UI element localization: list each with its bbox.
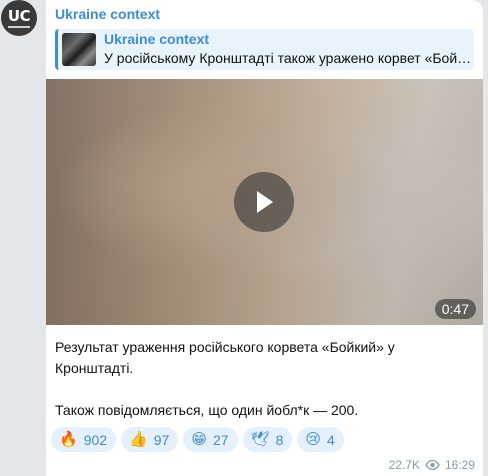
video-player[interactable]: 0:47 [46, 79, 483, 325]
channel-name-link[interactable]: Ukraine context [55, 6, 160, 22]
reaction-thumbs-up[interactable]: 👍 97 [121, 427, 179, 452]
play-icon [257, 191, 273, 213]
video-duration: 0:47 [434, 299, 476, 319]
reaction-grin[interactable]: 😁 27 [183, 427, 238, 452]
play-button[interactable] [234, 172, 294, 232]
message-line: Результат ураження російського корвета «… [55, 339, 395, 355]
forwarded-title: Ukraine context [104, 31, 210, 47]
grin-icon: 😁 [191, 430, 207, 448]
message-meta: 22.7K 16:29 [389, 458, 475, 472]
avatar-underline [8, 25, 30, 28]
message-bubble: Ukraine context Ukraine context У російс… [46, 0, 483, 476]
reaction-crying[interactable]: 😢 4 [297, 427, 344, 452]
reaction-count: 8 [275, 431, 284, 448]
channel-avatar[interactable]: UC [1, 0, 37, 36]
message-text: Результат ураження російського корвета «… [55, 337, 475, 421]
reactions-bar: 🔥 902 👍 97 😁 27 🕊 8 😢 4 [51, 427, 344, 452]
message-line: Кронштадті. [55, 360, 134, 376]
reaction-count: 27 [212, 431, 229, 448]
forwarded-text: У російському Кронштадті також уражено к… [104, 50, 474, 66]
crying-face-icon: 😢 [305, 430, 322, 448]
message-time: 16:29 [444, 458, 475, 472]
forwarded-message-preview[interactable]: Ukraine context У російському Кронштадті… [55, 29, 474, 70]
reaction-count: 4 [327, 431, 335, 448]
fire-icon: 🔥 [59, 430, 78, 448]
dove-icon: 🕊 [250, 430, 270, 448]
avatar-initials: UC [7, 6, 31, 25]
reaction-dove[interactable]: 🕊 8 [242, 427, 293, 452]
message-line: Також повідомляється, що один йобл*к — 2… [55, 402, 359, 418]
thumbs-up-icon: 👍 [129, 430, 148, 448]
reaction-count: 97 [153, 431, 170, 448]
eye-icon [425, 460, 440, 470]
reaction-count: 902 [83, 431, 108, 448]
reaction-fire[interactable]: 🔥 902 [51, 427, 117, 452]
view-count: 22.7K [388, 458, 420, 472]
forwarded-thumbnail [62, 33, 96, 66]
